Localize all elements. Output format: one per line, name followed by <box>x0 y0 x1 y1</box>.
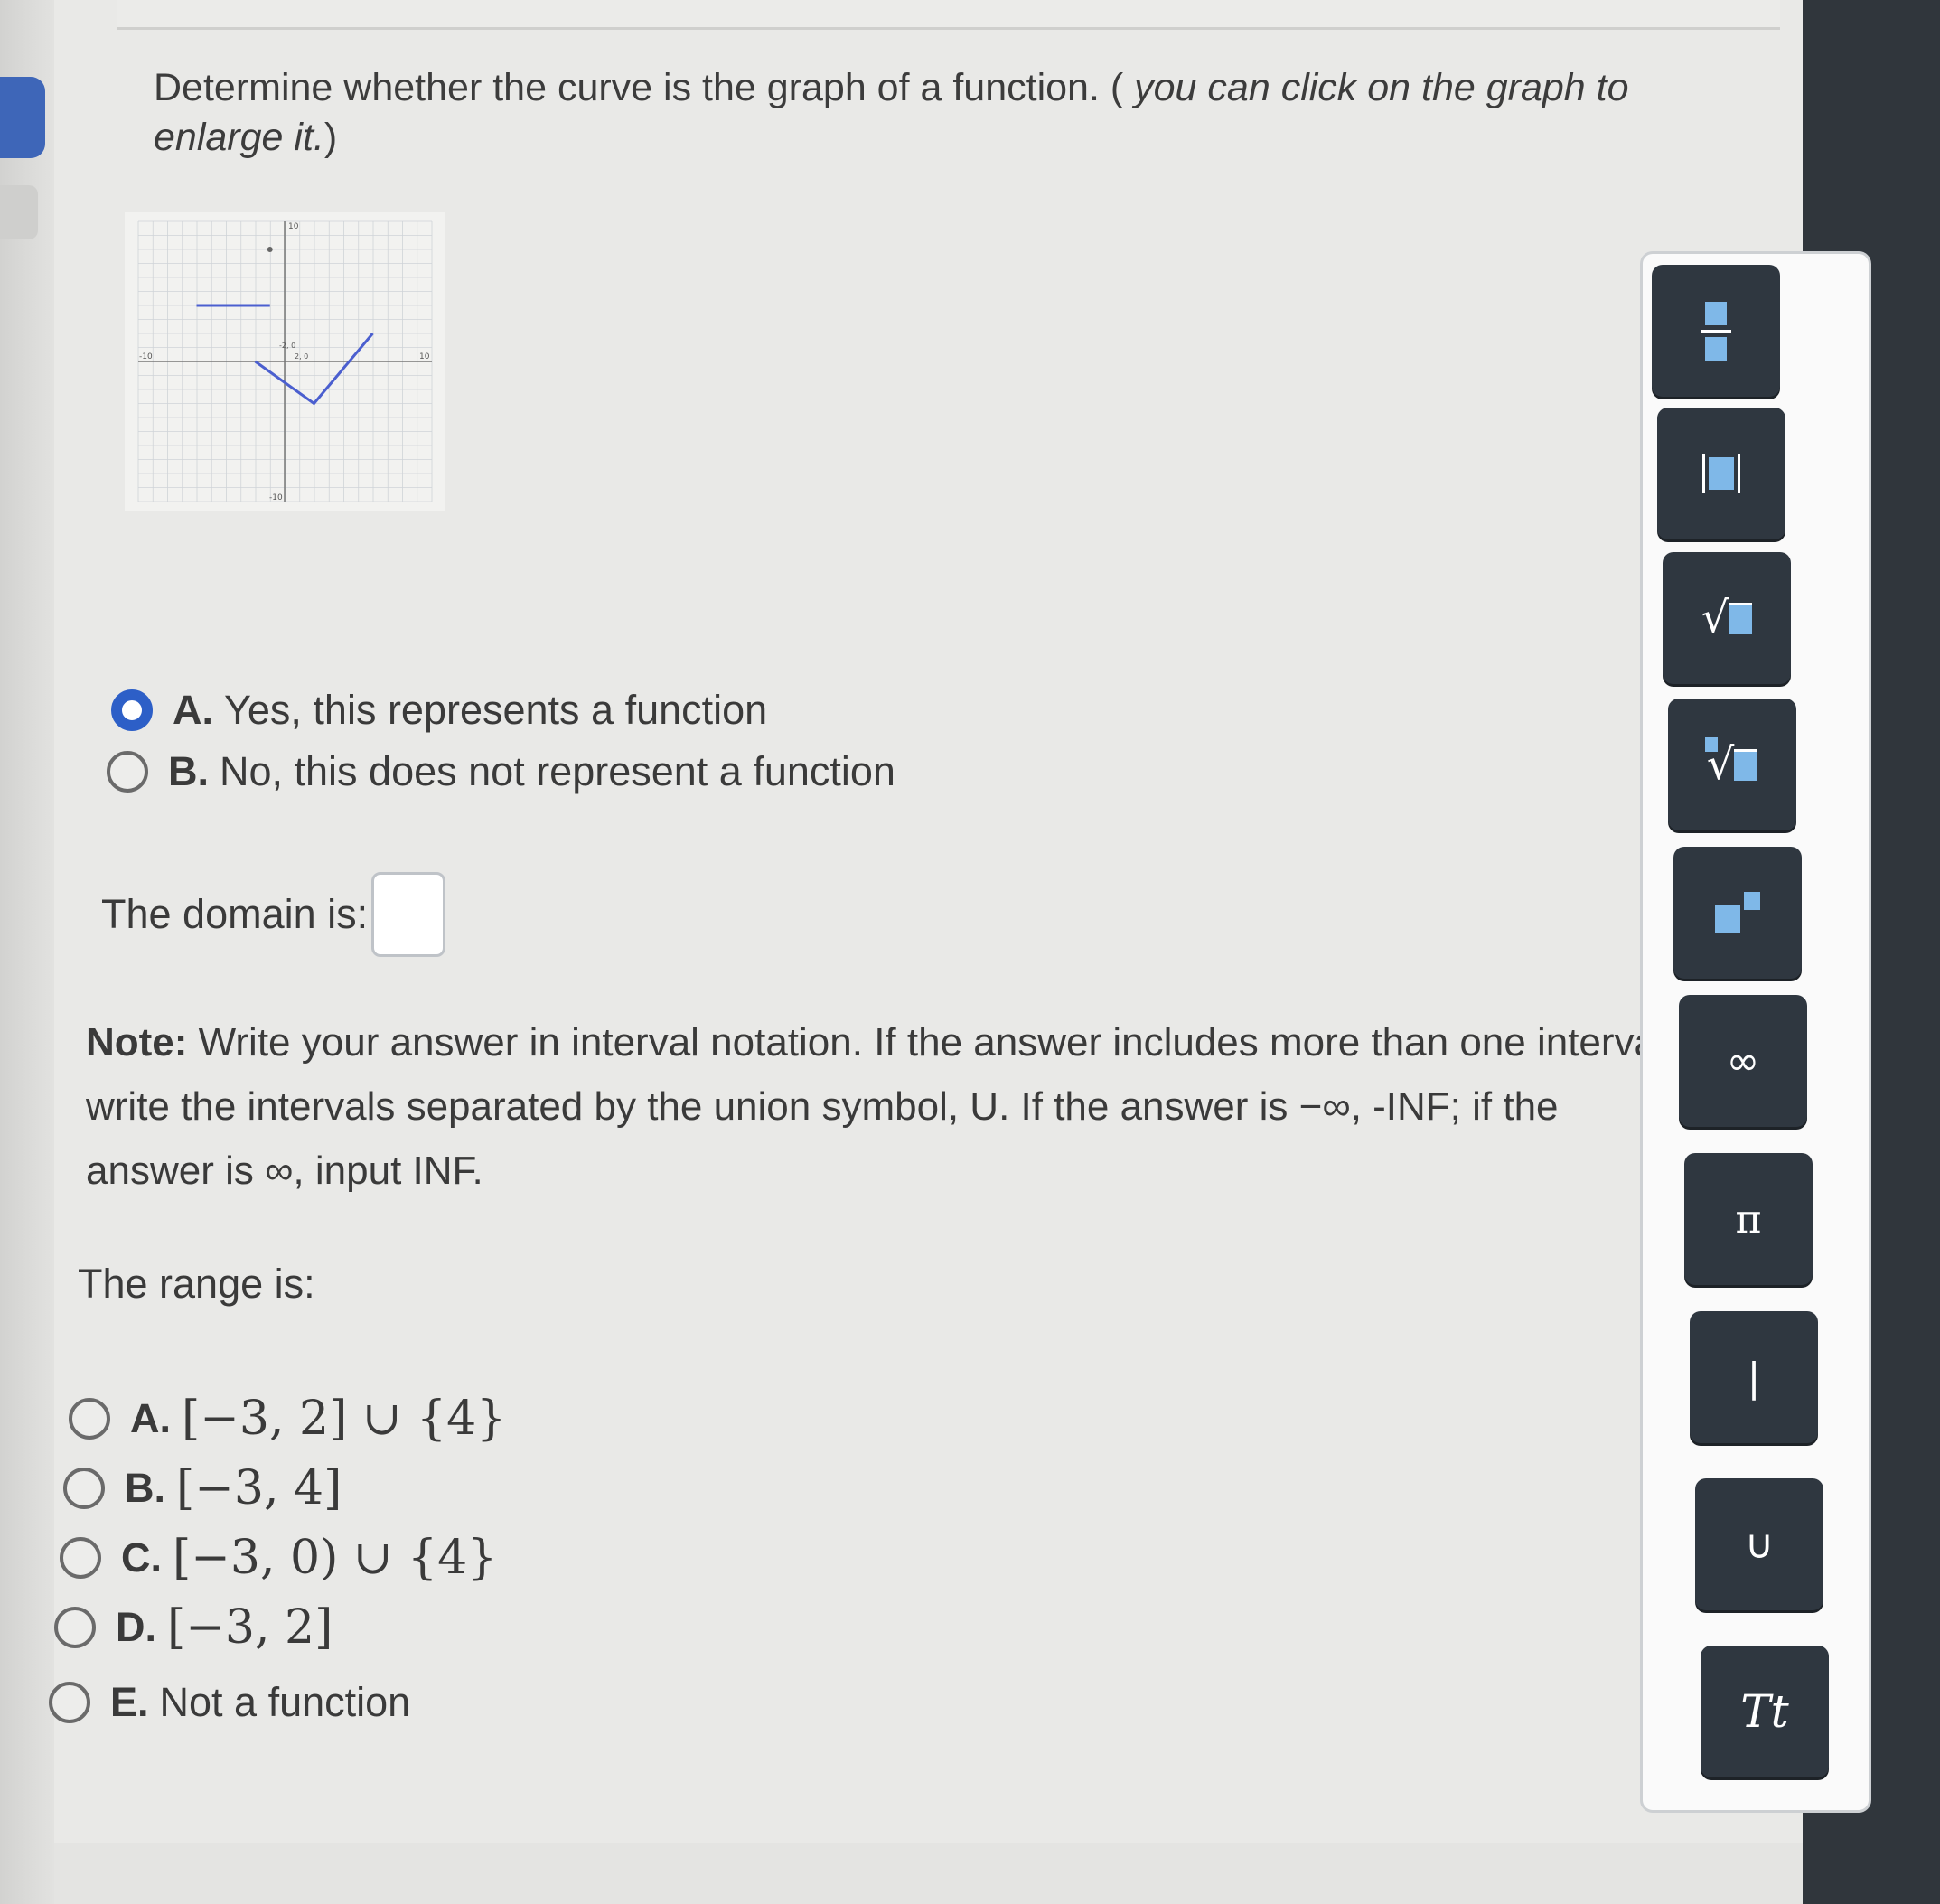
question-prompt: Determine whether the curve is the graph… <box>154 63 1735 163</box>
note: Note: Write your answer in interval nota… <box>86 1010 1685 1203</box>
nth-root-button[interactable]: √ <box>1668 699 1796 830</box>
absolute-value-icon <box>1702 454 1740 493</box>
range-option-e-text: Not a function <box>159 1679 411 1725</box>
y-min-label: -10 <box>269 493 283 502</box>
radio-a-selected[interactable] <box>111 689 153 731</box>
function-graph[interactable]: -10 10 10 -10 -2, 0 2, 0 <box>125 212 445 511</box>
exponent-icon <box>1715 892 1760 933</box>
x-max-label: 10 <box>419 352 430 361</box>
x-min-label: -10 <box>139 352 153 361</box>
infinity-button[interactable]: ∞ <box>1679 995 1807 1127</box>
text-style-icon: Tt <box>1740 1685 1789 1738</box>
bar-icon: | <box>1747 1354 1761 1401</box>
option-a-letter: A. <box>173 687 213 733</box>
range-radio-c[interactable] <box>60 1537 101 1579</box>
range-option-a[interactable]: A. [−3, 2] ∪ {4} <box>69 1392 506 1446</box>
point-label-b: 2, 0 <box>295 352 308 361</box>
range-radio-d[interactable] <box>54 1607 96 1648</box>
y-max-label: 10 <box>288 222 299 231</box>
absolute-value-button[interactable] <box>1657 408 1785 539</box>
question-prompt-text: Determine whether the curve is the graph… <box>154 66 1124 109</box>
range-option-c-text: [−3, 0) ∪ {4} <box>173 1531 498 1585</box>
math-toolbar: √ √ ∞ π | ∪ Tt <box>1640 251 1871 1813</box>
range-radio-b[interactable] <box>63 1468 105 1509</box>
range-option-b[interactable]: B. [−3, 4] <box>63 1461 342 1515</box>
side-tab-active[interactable] <box>0 77 45 158</box>
option-b-letter: B. <box>168 748 209 794</box>
range-option-c-letter: C. <box>121 1534 162 1580</box>
infinity-icon: ∞ <box>1726 1037 1760 1084</box>
range-option-e[interactable]: E. Not a function <box>49 1679 410 1726</box>
union-button[interactable]: ∪ <box>1695 1478 1823 1610</box>
note-bold: Note: <box>86 1020 188 1065</box>
range-option-a-letter: A. <box>130 1395 171 1441</box>
bar-button[interactable]: | <box>1690 1311 1818 1443</box>
radio-b[interactable] <box>107 751 148 793</box>
range-option-c[interactable]: C. [−3, 0) ∪ {4} <box>60 1531 497 1585</box>
text-style-button[interactable]: Tt <box>1701 1646 1829 1777</box>
function-option-a[interactable]: A. Yes, this represents a function <box>111 687 767 734</box>
range-option-d[interactable]: D. [−3, 2] <box>54 1600 333 1655</box>
range-radio-e[interactable] <box>49 1682 90 1723</box>
domain-label: The domain is: <box>101 891 369 937</box>
range-option-d-letter: D. <box>116 1604 156 1650</box>
point-label-a: -2, 0 <box>279 342 295 350</box>
option-b-text: No, this does not represent a function <box>220 748 895 794</box>
range-option-e-letter: E. <box>110 1679 149 1725</box>
range-option-a-text: [−3, 2] ∪ {4} <box>182 1392 507 1446</box>
side-tab[interactable] <box>0 185 38 239</box>
range-label: The range is: <box>78 1261 315 1307</box>
nth-root-icon: √ <box>1704 737 1758 786</box>
fraction-icon <box>1701 301 1731 361</box>
graph-curve <box>254 333 374 406</box>
range-option-d-text: [−3, 2] <box>167 1600 333 1655</box>
domain-row: The domain is: <box>101 872 446 957</box>
pi-button[interactable]: π <box>1684 1153 1813 1285</box>
page-edge <box>0 0 54 1904</box>
square-root-icon: √ <box>1701 596 1753 640</box>
question-close: ) <box>323 116 338 159</box>
graph-marker-point <box>267 247 273 252</box>
note-text: Write your answer in interval notation. … <box>86 1020 1665 1193</box>
range-radio-a[interactable] <box>69 1398 110 1440</box>
range-option-b-text: [−3, 4] <box>176 1461 342 1515</box>
pi-icon: π <box>1735 1196 1762 1243</box>
function-option-b[interactable]: B. No, this does not represent a functio… <box>107 748 895 795</box>
domain-input[interactable] <box>371 872 446 957</box>
top-bar <box>117 0 1780 30</box>
union-icon: ∪ <box>1744 1521 1775 1568</box>
fraction-button[interactable] <box>1652 265 1780 397</box>
square-root-button[interactable]: √ <box>1663 552 1791 684</box>
option-a-text: Yes, this represents a function <box>224 687 768 733</box>
exponent-button[interactable] <box>1673 847 1802 979</box>
range-option-b-letter: B. <box>125 1465 165 1511</box>
